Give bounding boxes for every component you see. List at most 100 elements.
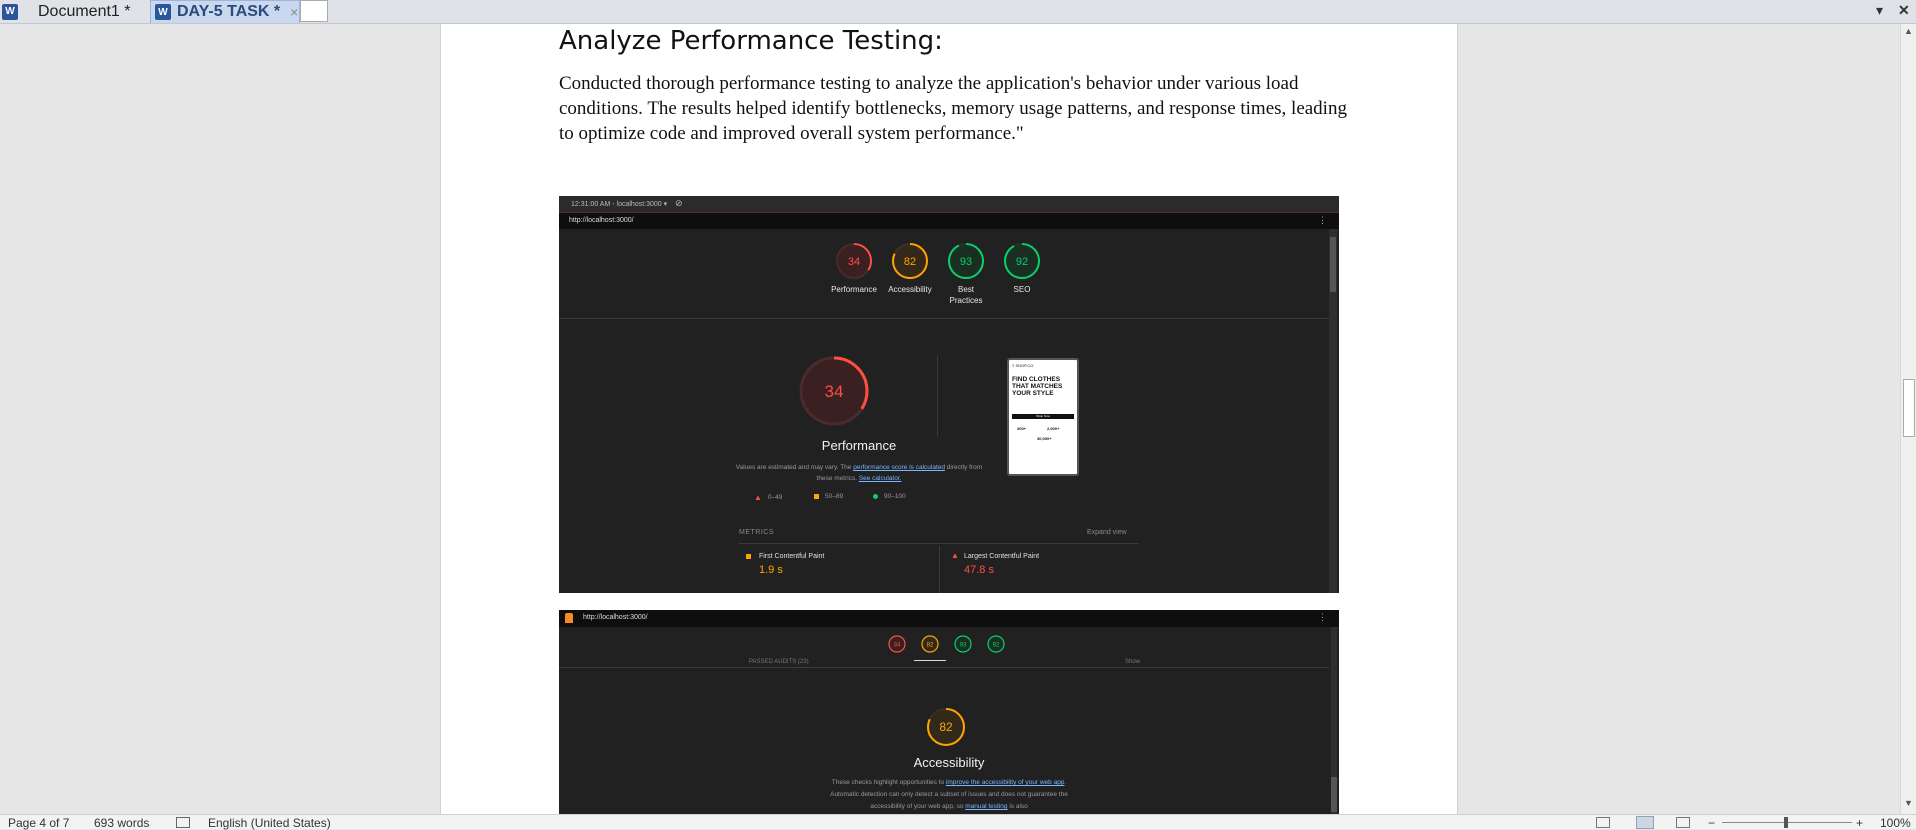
more-options-icon: ⋮ — [1318, 215, 1327, 225]
tab-list-dropdown-icon[interactable]: ▾ — [1876, 2, 1883, 19]
square-icon — [814, 494, 819, 499]
show-button[interactable]: Show — [1125, 659, 1140, 665]
lcp-label: Largest Contentful Paint — [964, 553, 1040, 560]
score-value: 34 — [848, 256, 860, 268]
phone-headline: FIND CLOTHES THAT MATCHES YOUR STYLE — [1012, 376, 1063, 397]
legend-average: 50–89 — [814, 493, 843, 500]
accessibility-label: Accessibility — [888, 285, 932, 294]
divider — [739, 543, 1139, 544]
report-url-bar: http://localhost:3000/ ⋮ — [559, 610, 1339, 627]
scroll-thumb[interactable] — [1330, 237, 1336, 292]
lighthouse-accessibility-screenshot[interactable]: http://localhost:3000/ ⋮ 34 82 93 92 PAS… — [559, 610, 1339, 814]
document-page[interactable]: Analyze Performance Testing: Conducted t… — [440, 24, 1458, 814]
performance-score-link[interactable]: performance score is calculated — [853, 464, 945, 471]
desc-text: These checks highlight opportunities to — [831, 779, 946, 786]
best-practices-label: Best Practices — [949, 285, 983, 305]
report-url: http://localhost:3000/ — [569, 217, 634, 224]
accessibility-big-gauge: 82 — [927, 708, 965, 746]
close-window-icon[interactable]: ✕ — [1898, 2, 1910, 19]
section-heading: Analyze Performance Testing: — [559, 26, 943, 56]
zoom-in-button[interactable]: + — [1856, 816, 1863, 830]
language[interactable]: English (United States) — [208, 816, 331, 830]
seo-score-gauge: 92 — [1004, 243, 1040, 279]
document-canvas: Analyze Performance Testing: Conducted t… — [0, 24, 1900, 814]
phone-brand: ≡ SHOP.CO — [1012, 363, 1034, 368]
word-doc-icon: W — [2, 3, 18, 20]
phone-stat: 30,000+ — [1037, 436, 1052, 441]
legend-label: 0–49 — [767, 494, 783, 501]
score-value: 93 — [960, 256, 972, 268]
performance-heading: Performance — [821, 438, 897, 453]
devtools-toolbar: 12:31:00 AM - localhost:3000 ▾ ⊘ — [559, 196, 1339, 213]
scroll-thumb[interactable] — [1903, 379, 1915, 437]
triangle-icon: ▲ — [754, 493, 762, 502]
big-score-value: 34 — [825, 382, 844, 401]
legend-label: 50–89 — [825, 493, 844, 500]
document-vertical-scrollbar[interactable]: ▲ ▼ — [1900, 24, 1916, 814]
svg-text:92: 92 — [993, 643, 1000, 649]
see-calculator-link[interactable]: See calculator. — [859, 475, 902, 482]
accessibility-heading: Accessibility — [913, 755, 985, 770]
desc-text: Values are estimated and may vary. The — [735, 464, 854, 471]
mini-best-practices-gauge[interactable]: 93 — [953, 634, 973, 654]
proofing-icon[interactable] — [176, 817, 190, 828]
phone-stat: 2,000+ — [1047, 426, 1060, 431]
legend-pass: 90–100 — [873, 493, 906, 500]
report-url-bar: http://localhost:3000/ ⋮ — [559, 213, 1339, 229]
mini-accessibility-gauge[interactable]: 82 — [920, 634, 940, 654]
lcp-value: 47.8 s — [964, 564, 994, 576]
divider — [559, 318, 1329, 319]
status-bar: Page 4 of 7 693 words English (United St… — [0, 814, 1916, 830]
web-layout-icon[interactable] — [1676, 817, 1690, 828]
vertical-divider — [939, 546, 940, 593]
expand-view-button[interactable]: Expand view — [1087, 529, 1127, 536]
new-tab-button[interactable] — [300, 0, 328, 22]
big-score-value: 82 — [939, 720, 953, 734]
accessibility-description: These checks highlight opportunities to … — [829, 777, 1069, 813]
scroll-thumb[interactable] — [1331, 777, 1337, 812]
performance-description: Values are estimated and may vary. The p… — [729, 462, 989, 484]
lighthouse-report-screenshot[interactable]: 12:31:00 AM - localhost:3000 ▾ ⊘ http://… — [559, 196, 1339, 593]
performance-big-gauge: 34 — [799, 356, 869, 426]
svg-text:93: 93 — [960, 643, 967, 649]
zoom-out-button[interactable]: − — [1708, 816, 1715, 830]
report-scrollbar[interactable] — [1331, 627, 1337, 814]
document-tab-bar: W Document1 * W DAY-5 TASK * × ▾ ✕ — [0, 0, 1916, 24]
word-doc-icon: W — [155, 4, 171, 20]
vertical-divider — [937, 356, 938, 436]
triangle-icon: ▲ — [951, 551, 959, 560]
best-practices-score-gauge: 93 — [948, 243, 984, 279]
fcp-value: 1.9 s — [759, 564, 783, 576]
legend-fail: ▲ 0–49 — [754, 493, 782, 502]
close-tab-icon[interactable]: × — [290, 4, 298, 20]
passed-audits-label: PASSED AUDITS (23) — [749, 659, 809, 665]
lighthouse-logo-icon — [565, 613, 573, 623]
phone-button: Shop Now — [1012, 414, 1074, 419]
scroll-up-icon[interactable]: ▲ — [1904, 26, 1913, 36]
desc-text: is also — [1007, 803, 1028, 810]
mini-performance-gauge[interactable]: 34 — [887, 634, 907, 654]
zoom-slider-thumb[interactable] — [1784, 817, 1788, 828]
page-count[interactable]: Page 4 of 7 — [8, 816, 69, 830]
mini-seo-gauge[interactable]: 92 — [986, 634, 1006, 654]
tab-label: Document1 * — [38, 2, 131, 20]
manual-testing-link[interactable]: manual testing — [965, 803, 1007, 810]
print-layout-icon[interactable] — [1636, 816, 1654, 829]
more-options-icon: ⋮ — [1318, 612, 1327, 622]
scroll-down-icon[interactable]: ▼ — [1904, 798, 1913, 808]
zoom-level[interactable]: 100% — [1880, 816, 1911, 830]
report-scrollbar[interactable] — [1329, 229, 1337, 593]
svg-text:34: 34 — [894, 643, 901, 649]
improve-accessibility-link[interactable]: improve the accessibility of your web ap… — [946, 779, 1065, 786]
score-value: 92 — [1016, 256, 1028, 268]
seo-label: SEO — [1013, 285, 1031, 294]
circle-icon — [873, 494, 878, 499]
svg-text:82: 82 — [927, 643, 934, 649]
legend-label: 90–100 — [884, 493, 906, 500]
active-tab-indicator — [914, 660, 946, 661]
tab-day5-task[interactable]: W DAY-5 TASK * × — [150, 0, 300, 23]
read-mode-icon[interactable] — [1596, 817, 1610, 828]
word-count[interactable]: 693 words — [94, 816, 149, 830]
divider — [559, 667, 1329, 668]
tab-document1[interactable]: W Document1 * — [2, 0, 148, 23]
